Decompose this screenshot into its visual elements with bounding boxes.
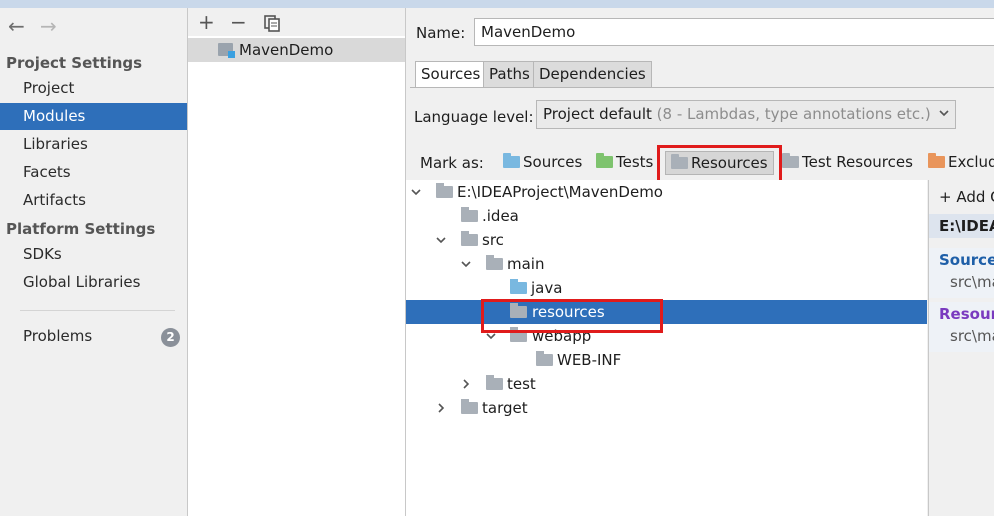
tree-node-idea[interactable]: .idea [406,204,927,228]
tab-sources[interactable]: Sources [415,61,487,88]
project-settings-heading: Project Settings [6,54,143,72]
sidebar-divider [20,310,175,311]
arrow-left-icon[interactable]: ← [8,14,25,38]
tree-node-label: java [531,279,563,297]
tree-node-label: src [482,231,504,249]
folder-icon [461,207,478,222]
mark-as-label: Mark as: [420,154,484,172]
sources-folder-icon [503,153,520,168]
module-item-mavendemo[interactable]: MavenDemo [188,38,405,62]
source-folder-icon [510,279,527,294]
folder-icon [486,375,503,390]
tree-node-label: .idea [482,207,519,225]
sidebar-item-modules[interactable]: Modules [0,103,187,130]
folder-icon [486,255,503,270]
tab-paths[interactable]: Paths [483,61,536,88]
mark-excluded-button[interactable]: Excluded [928,151,994,175]
name-label: Name: [416,24,466,42]
language-level-value: Project default [543,105,652,123]
source-folder-path[interactable]: src\main\java [939,272,994,292]
folder-icon [461,231,478,246]
add-content-root-label: Add Content Root [956,188,994,206]
chevron-down-icon [939,110,949,117]
add-module-button[interactable]: + [198,10,215,34]
source-folders-block: Source Folders src\main\java [929,248,994,298]
tree-node-label: target [482,399,528,417]
tree-node-src[interactable]: src [406,228,927,252]
test-resources-folder-icon [782,153,799,168]
highlight-box-resources-node [481,299,663,333]
module-name-input[interactable]: MavenDemo [474,18,994,46]
platform-settings-heading: Platform Settings [6,220,156,238]
sidebar-item-facets[interactable]: Facets [0,159,187,186]
module-list-panel: + − MavenDemo [188,8,406,516]
content-root-tree: E:\IDEAProject\MavenDemo .idea src main … [406,180,927,516]
highlight-box-resources-button [657,145,782,184]
language-level-hint: (8 - Lambdas, type annotations etc.) [656,105,931,123]
tree-node-label: E:\IDEAProject\MavenDemo [457,183,663,201]
resource-folders-heading: Resource Folders [939,305,994,323]
language-level-label: Language level: [414,108,534,126]
tree-node-webinf[interactable]: WEB-INF [406,348,927,372]
arrow-right-icon[interactable]: → [40,14,57,38]
sidebar-item-global-libraries[interactable]: Global Libraries [0,269,187,296]
tree-node-label: WEB-INF [557,351,622,369]
tree-node-main[interactable]: main [406,252,927,276]
sidebar-item-libraries[interactable]: Libraries [0,131,187,158]
mark-tests-button[interactable]: Tests [596,151,653,175]
mark-excluded-label: Excluded [948,153,994,171]
add-content-root-button[interactable]: + Add Content Root [939,188,994,206]
folder-icon [436,183,453,198]
module-icon [218,43,235,58]
tree-node-java[interactable]: java [406,276,927,300]
copy-icon[interactable] [264,13,281,37]
resource-folder-path[interactable]: src\main\resources [939,326,994,346]
language-level-select[interactable]: Project default (8 - Lambdas, type annot… [536,100,956,129]
folder-icon [536,351,553,366]
resource-folders-block: Resource Folders src\main\resources [929,302,994,352]
mark-tests-label: Tests [616,153,654,171]
chevron-down-icon[interactable] [461,259,471,269]
tree-node-label: test [507,375,536,393]
tab-underline [410,87,994,88]
mark-sources-button[interactable]: Sources [503,151,582,175]
mark-sources-label: Sources [523,153,583,171]
mark-test-resources-button[interactable]: Test Resources [782,151,913,175]
settings-sidebar: ← → Project Settings Project Modules Lib… [0,8,188,516]
sidebar-item-project[interactable]: Project [0,75,187,102]
problems-count-badge: 2 [161,328,180,347]
chevron-down-icon[interactable] [411,187,421,197]
tree-node-label: main [507,255,545,273]
tab-dependencies[interactable]: Dependencies [533,61,652,88]
tree-node-test[interactable]: test [406,372,927,396]
window-top-strip [0,0,994,8]
sidebar-item-artifacts[interactable]: Artifacts [0,187,187,214]
module-config-panel: Name: MavenDemo Sources Paths Dependenci… [406,8,994,516]
content-root-header: E:\IDEAProject\MavenDemo [929,214,994,238]
tests-folder-icon [596,153,613,168]
sidebar-item-problems[interactable]: Problems [0,323,187,350]
folder-icon [461,399,478,414]
module-toolbar: + − [188,8,405,36]
chevron-down-icon[interactable] [436,235,446,245]
plus-icon: + [939,188,957,206]
chevron-right-icon[interactable] [461,379,471,389]
excluded-folder-icon [928,153,945,168]
module-item-label: MavenDemo [239,41,334,59]
mark-test-resources-label: Test Resources [802,153,913,171]
sidebar-item-sdks[interactable]: SDKs [0,241,187,268]
chevron-right-icon[interactable] [436,403,446,413]
tree-node-target[interactable]: target [406,396,927,420]
tree-node-root[interactable]: E:\IDEAProject\MavenDemo [406,180,927,204]
content-root-info-panel: + Add Content Root E:\IDEAProject\MavenD… [928,180,994,516]
source-folders-heading: Source Folders [939,251,994,269]
remove-module-button[interactable]: − [230,10,247,34]
